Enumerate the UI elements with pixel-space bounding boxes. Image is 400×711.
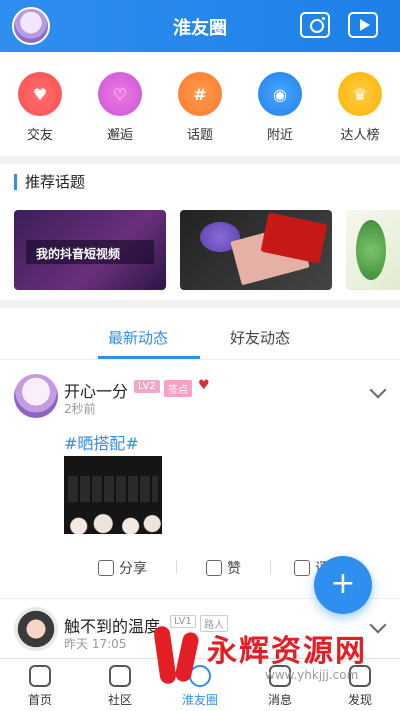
watermark-url: www.yhkjjj.com (265, 668, 359, 682)
share-icon (98, 560, 114, 576)
post-time: 昨天 17:05 (64, 637, 127, 651)
category-label: 附近 (266, 128, 293, 143)
nav-community[interactable]: 社区 (80, 665, 160, 708)
card-text: 我的抖音短视频 (36, 247, 121, 261)
category-huati[interactable]: # 话题 (165, 72, 235, 152)
thumbs-up-icon (206, 560, 222, 576)
post-photo[interactable] (64, 456, 162, 534)
heartbeat-icon: ♡ (98, 72, 142, 116)
add-post-button[interactable]: + (314, 556, 372, 614)
recommend-title: 推荐话题 (14, 174, 85, 190)
post-avatar[interactable] (14, 374, 58, 418)
nav-label: 社区 (107, 693, 132, 707)
page-title: 淮友圈 (173, 18, 227, 39)
category-label: 邂逅 (106, 128, 133, 143)
recommend-card-spring[interactable] (346, 210, 400, 290)
heart-badge-icon: ♥ (198, 378, 210, 393)
post-card: 开心一分 LV2 签点 ♥ 2秒前 #晒搭配# 分享 赞 评 (0, 370, 400, 580)
keyboard-image (68, 476, 158, 502)
feed-tabs: 最新动态 好友动态 (0, 316, 400, 360)
heart-icon: ♥ (18, 72, 62, 116)
app-root: 淮友圈 ♥ 交友 ♡ 邂逅 # 话题 ◉ 附近 ♛ 达人榜 推荐话题 我的抖音短… (0, 0, 400, 711)
post-time: 2秒前 (64, 402, 96, 416)
hashtag-icon: # (178, 72, 222, 116)
recommend-card-video[interactable]: 我的抖音短视频 (14, 210, 166, 290)
category-label: 交友 (26, 128, 53, 143)
location-icon: ◉ (258, 72, 302, 116)
watermark-text: 永辉资源网 (207, 634, 367, 669)
post-username[interactable]: 开心一分 (64, 378, 128, 402)
header: 淮友圈 (0, 0, 400, 52)
logo-stroke (153, 625, 177, 685)
category-jiaoyou[interactable]: ♥ 交友 (5, 72, 75, 152)
nav-home[interactable]: 首页 (0, 665, 80, 708)
camera-icon[interactable] (300, 12, 330, 38)
recommend-carousel[interactable]: 我的抖音短视频 (14, 210, 400, 290)
tab-latest[interactable]: 最新动态 (108, 327, 168, 348)
level-badge: LV2 (134, 380, 160, 393)
watermark: 永辉资源网 www.yhkjjj.com (153, 620, 400, 710)
community-icon (109, 665, 131, 687)
video-icon[interactable] (348, 12, 378, 38)
comment-icon (294, 560, 310, 576)
logo-stroke (173, 630, 201, 684)
title-badge: 签点 (164, 380, 192, 397)
tab-indicator (98, 356, 200, 359)
home-icon (29, 665, 51, 687)
category-darenbang[interactable]: ♛ 达人榜 (325, 72, 395, 152)
category-label: 达人榜 (340, 128, 380, 143)
post-hashtag[interactable]: #晒搭配# (64, 430, 139, 454)
flowers-image (64, 508, 162, 534)
like-label: 赞 (227, 561, 241, 577)
section-divider (0, 156, 400, 164)
nav-label: 首页 (27, 693, 52, 707)
share-button[interactable]: 分享 (98, 558, 147, 578)
action-divider (270, 560, 271, 574)
category-bar: ♥ 交友 ♡ 邂逅 # 话题 ◉ 附近 ♛ 达人榜 (0, 72, 400, 152)
share-label: 分享 (119, 561, 147, 577)
chevron-down-icon[interactable] (369, 381, 387, 399)
plant-image (356, 220, 386, 280)
recommend-card-gift[interactable] (180, 210, 332, 290)
section-divider (0, 300, 400, 308)
post-avatar[interactable] (14, 607, 58, 651)
tab-friends[interactable]: 好友动态 (230, 327, 290, 348)
action-divider (176, 560, 177, 574)
post-username[interactable]: 触不到的温度 (64, 613, 160, 637)
crown-icon: ♛ (338, 72, 382, 116)
watermark-logo (153, 625, 203, 686)
category-label: 话题 (186, 128, 213, 143)
category-xiehou[interactable]: ♡ 邂逅 (85, 72, 155, 152)
category-fujin[interactable]: ◉ 附近 (245, 72, 315, 152)
like-button[interactable]: 赞 (206, 558, 241, 578)
